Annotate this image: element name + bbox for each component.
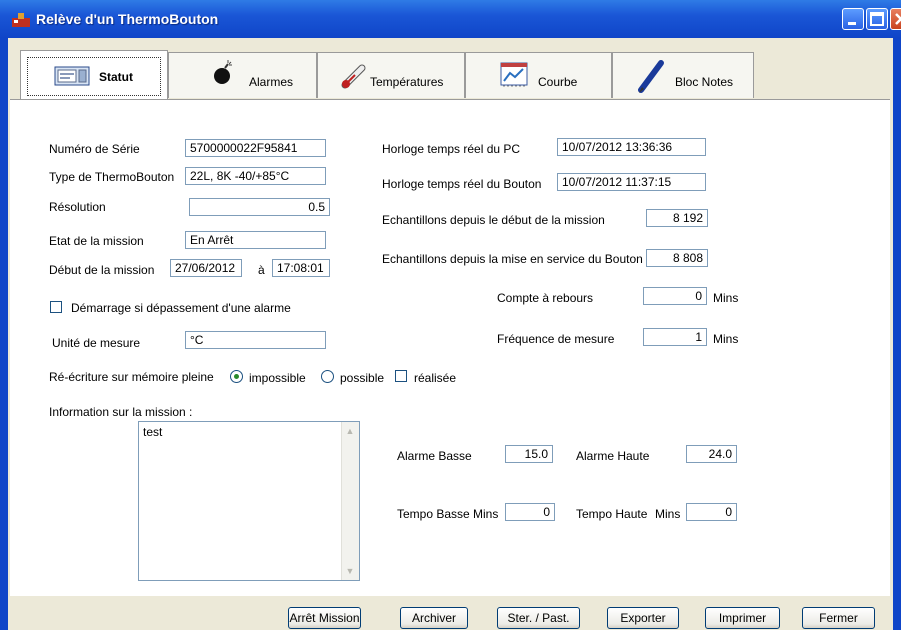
mission-info-text: test [143,425,163,439]
tab-focus-rect [27,57,161,96]
alarm-high-label: Alarme Haute [576,449,650,463]
export-button[interactable]: Exporter [607,607,679,629]
rewrite-label: Ré-écriture sur mémoire pleine [49,370,214,384]
save-paste-button[interactable]: Ster. / Past. [497,607,580,629]
mission-info-textarea[interactable]: test ▲ ▼ [138,421,360,581]
countdown-field[interactable]: 0 [643,287,707,305]
status-panel-icon [54,66,90,86]
tab-statut[interactable]: Statut [20,50,168,100]
mission-state-label: Etat de la mission [49,234,144,248]
tempo-high-unit: Mins [655,507,681,521]
window-title: Relève d'un ThermoBouton [36,11,219,27]
mission-start-date-field[interactable]: 27/06/2012 [170,259,242,277]
frequency-unit: Mins [713,332,739,346]
resolution-label: Résolution [49,200,106,214]
print-button[interactable]: Imprimer [705,607,780,629]
type-field[interactable]: 22L, 8K -40/+85°C [185,167,326,185]
scroll-down-icon[interactable]: ▼ [344,564,356,578]
button-clock-label: Horloge temps réel du Bouton [382,177,542,191]
maximize-button[interactable] [866,8,888,30]
minimize-button[interactable] [842,8,864,30]
tab-label: Statut [99,70,133,84]
alarm-low-label: Alarme Basse [397,449,472,463]
tab-label: Bloc Notes [675,75,734,89]
tab-label: Alarmes [249,75,294,89]
tab-label: Courbe [538,75,578,89]
samples-mission-label: Echantillons depuis le début de la missi… [382,213,605,227]
bomb-icon [214,60,232,84]
close-button[interactable]: Fermer [802,607,875,629]
tempo-low-label: Tempo Basse [397,507,470,521]
mission-state-field[interactable]: En Arrêt [185,231,326,249]
tab-courbe[interactable]: Courbe [465,52,612,98]
alarm-high-field[interactable]: 24.0 [686,445,737,463]
title-bar: Relève d'un ThermoBouton [0,0,901,38]
close-window-button[interactable] [890,8,901,30]
mission-start-at-label: à [258,263,265,277]
serial-label: Numéro de Série [49,142,140,156]
mission-start-time-field[interactable]: 17:08:01 [272,259,330,277]
unit-label: Unité de mesure [52,336,141,350]
countdown-unit: Mins [713,291,739,305]
window-left-border [0,38,8,630]
resolution-field[interactable]: 0.5 [189,198,330,216]
pc-clock-label: Horloge temps réel du PC [382,142,521,156]
window-right-border [893,38,901,630]
archive-button[interactable]: Archiver [400,607,468,629]
stop-mission-button[interactable]: Arrêt Mission [288,607,361,629]
tempo-low-field[interactable]: 0 [505,503,555,521]
serial-field[interactable]: 5700000022F95841 [185,139,326,157]
tempo-high-label: Tempo Haute [576,507,648,521]
frequency-field[interactable]: 1 [643,328,707,346]
button-clock-field[interactable]: 10/07/2012 11:37:15 [557,173,706,191]
tempo-low-unit: Mins [473,507,499,521]
rewrite-impossible-radio[interactable] [230,370,243,383]
minimize-icon [848,22,856,25]
rewrite-done-checkbox[interactable] [395,370,407,382]
memo-scrollbar[interactable]: ▲ ▼ [341,422,359,580]
pc-clock-field[interactable]: 10/07/2012 13:36:36 [557,138,706,156]
alarm-low-field[interactable]: 15.0 [505,445,553,463]
tab-alarmes[interactable]: Alarmes [168,52,317,98]
app-icon [12,13,30,27]
alarm-start-label: Démarrage si dépassement d'une alarme [71,301,291,315]
alarm-start-checkbox[interactable] [50,301,62,313]
application-window: Relève d'un ThermoBouton Statut Alarmes … [0,0,901,630]
chart-icon [500,62,528,87]
close-icon [895,13,901,25]
samples-service-field[interactable]: 8 808 [646,249,708,267]
frequency-label: Fréquence de mesure [497,332,615,346]
type-label: Type de ThermoBouton [49,170,175,184]
tab-bloc-notes[interactable]: Bloc Notes [612,52,754,98]
rewrite-possible-radio[interactable] [321,370,334,383]
pen-icon [638,60,664,93]
samples-mission-field[interactable]: 8 192 [646,209,708,227]
tempo-high-field[interactable]: 0 [686,503,737,521]
tab-temperatures[interactable]: Températures [317,52,465,98]
thermometer-icon [341,64,366,89]
scroll-up-icon[interactable]: ▲ [344,424,356,438]
mission-info-label: Information sur la mission : [49,405,193,419]
countdown-label: Compte à rebours [497,291,594,305]
mission-start-label: Début de la mission [49,263,155,277]
rewrite-done-label: réalisée [414,371,457,385]
tab-label: Températures [370,75,444,89]
samples-service-label: Echantillons depuis la mise en service d… [382,252,643,266]
rewrite-impossible-label: impossible [249,371,306,385]
maximize-icon [870,12,884,26]
unit-field[interactable]: °C [185,331,326,349]
rewrite-possible-label: possible [340,371,385,385]
